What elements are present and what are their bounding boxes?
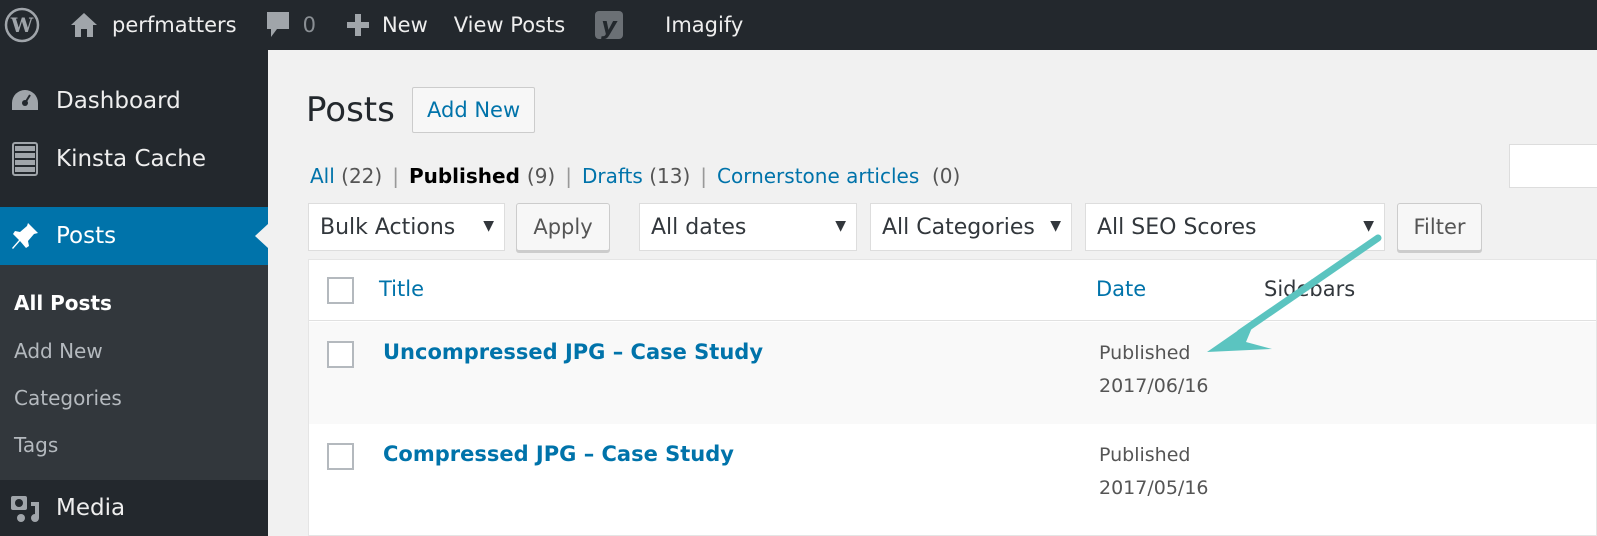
yoast-icon: y bbox=[595, 11, 624, 40]
site-name: perfmatters bbox=[112, 13, 237, 37]
sidebar-item-label: Media bbox=[56, 495, 126, 521]
submenu-categories[interactable]: Categories bbox=[14, 386, 122, 410]
pin-icon bbox=[8, 221, 42, 251]
chevron-down-icon: ▼ bbox=[1050, 218, 1061, 234]
post-date: 2017/06/16 bbox=[1099, 375, 1209, 397]
table-header: Title Date Sidebars bbox=[309, 260, 1596, 321]
view-all-link[interactable]: All (22) bbox=[310, 164, 382, 188]
site-name-link[interactable]: perfmatters bbox=[70, 0, 237, 50]
post-status-label: Published bbox=[1099, 444, 1191, 466]
post-date: 2017/05/16 bbox=[1099, 477, 1209, 499]
separator: | bbox=[700, 164, 707, 188]
view-all-count: (22) bbox=[341, 164, 383, 188]
search-posts-input[interactable] bbox=[1509, 144, 1597, 188]
submenu-add-new[interactable]: Add New bbox=[14, 339, 103, 363]
server-icon bbox=[8, 141, 42, 177]
post-title-link[interactable]: Uncompressed JPG – Case Study bbox=[383, 340, 763, 364]
chevron-down-icon: ▼ bbox=[483, 218, 494, 234]
home-icon bbox=[71, 13, 97, 37]
chevron-down-icon: ▼ bbox=[835, 218, 846, 234]
new-content-button[interactable]: New bbox=[346, 0, 428, 50]
view-drafts-label: Drafts bbox=[581, 164, 643, 188]
view-all-label: All bbox=[310, 164, 335, 188]
main-content: Posts Add New All (22) | Published (9) |… bbox=[268, 50, 1597, 536]
sidebar-item-kinsta-cache[interactable]: Kinsta Cache bbox=[0, 136, 268, 182]
view-drafts-count: (13) bbox=[649, 164, 691, 188]
row-checkbox[interactable] bbox=[327, 341, 354, 368]
sidebar-item-label: Posts bbox=[56, 223, 117, 249]
categories-filter-select[interactable]: All Categories ▼ bbox=[870, 203, 1072, 251]
submenu-tags[interactable]: Tags bbox=[14, 433, 58, 457]
dashboard-icon bbox=[8, 88, 42, 114]
comment-icon bbox=[266, 12, 289, 37]
column-date-sort[interactable]: Date bbox=[1096, 277, 1146, 301]
sidebar-item-media[interactable]: Media bbox=[0, 480, 268, 536]
filter-button[interactable]: Filter bbox=[1397, 203, 1482, 251]
table-row: Uncompressed JPG – Case Study Published … bbox=[309, 322, 1596, 424]
separator: | bbox=[565, 164, 572, 188]
view-posts-link[interactable]: View Posts bbox=[454, 0, 565, 50]
categories-filter-value: All Categories bbox=[882, 214, 1035, 240]
comments-link[interactable]: 0 bbox=[265, 0, 316, 50]
dates-filter-select[interactable]: All dates ▼ bbox=[639, 203, 857, 251]
bulk-actions-select[interactable]: Bulk Actions ▼ bbox=[308, 203, 505, 251]
posts-table: Title Date Sidebars Uncompressed JPG – C… bbox=[308, 259, 1597, 536]
post-status: Published 2017/06/16 bbox=[1099, 337, 1209, 403]
select-all-checkbox[interactable] bbox=[327, 277, 354, 304]
svg-text:y: y bbox=[601, 12, 618, 40]
bulk-actions-value: Bulk Actions bbox=[320, 214, 456, 240]
admin-sidebar: Dashboard Kinsta Cache Posts All Posts A… bbox=[0, 50, 268, 536]
row-checkbox[interactable] bbox=[327, 443, 354, 470]
comments-count: 0 bbox=[302, 13, 316, 37]
yoast-seo-button[interactable]: y bbox=[593, 0, 625, 50]
imagify-link[interactable]: Imagify bbox=[665, 0, 743, 50]
post-title-link[interactable]: Compressed JPG – Case Study bbox=[383, 442, 734, 466]
view-published-link[interactable]: Published (9) bbox=[409, 164, 555, 188]
media-icon bbox=[8, 492, 42, 524]
table-row: Compressed JPG – Case Study Published 20… bbox=[309, 424, 1596, 526]
seo-scores-filter-value: All SEO Scores bbox=[1097, 214, 1257, 240]
post-status: Published 2017/05/16 bbox=[1099, 439, 1209, 505]
submenu-all-posts[interactable]: All Posts bbox=[14, 291, 112, 315]
new-label: New bbox=[381, 13, 428, 37]
chevron-down-icon: ▼ bbox=[1363, 218, 1374, 234]
add-new-post-button[interactable]: Add New bbox=[412, 87, 536, 133]
svg-text:W: W bbox=[10, 13, 34, 37]
sidebar-item-dashboard[interactable]: Dashboard bbox=[0, 78, 268, 124]
view-cornerstone-label: Cornerstone articles bbox=[717, 164, 920, 188]
page-title: Posts bbox=[306, 90, 395, 130]
column-title-sort[interactable]: Title bbox=[379, 277, 424, 301]
column-sidebars: Sidebars bbox=[1264, 277, 1356, 301]
apply-button[interactable]: Apply bbox=[516, 203, 610, 251]
posts-submenu: All Posts Add New Categories Tags bbox=[0, 265, 268, 480]
sidebar-item-label: Dashboard bbox=[56, 88, 181, 114]
view-drafts-link[interactable]: Drafts (13) bbox=[582, 164, 690, 188]
post-status-views: All (22) | Published (9) | Drafts (13) |… bbox=[310, 164, 960, 188]
view-cornerstone-count: (0) bbox=[931, 164, 961, 188]
admin-bar: W perfmatters 0 New View Posts y Imagify bbox=[0, 0, 1597, 50]
sidebar-item-posts[interactable]: Posts bbox=[0, 207, 268, 265]
dates-filter-value: All dates bbox=[651, 214, 747, 240]
wordpress-logo-button[interactable]: W bbox=[4, 0, 42, 50]
sidebar-item-label: Kinsta Cache bbox=[56, 146, 206, 172]
current-menu-arrow bbox=[255, 224, 268, 248]
seo-scores-filter-select[interactable]: All SEO Scores ▼ bbox=[1085, 203, 1385, 251]
view-cornerstone-link[interactable]: Cornerstone articles (0) bbox=[717, 164, 960, 188]
view-published-count: (9) bbox=[526, 164, 556, 188]
plus-icon bbox=[346, 14, 369, 36]
wordpress-logo-icon: W bbox=[4, 7, 40, 43]
separator: | bbox=[392, 164, 399, 188]
post-status-label: Published bbox=[1099, 342, 1191, 364]
view-published-label: Published bbox=[408, 164, 520, 188]
